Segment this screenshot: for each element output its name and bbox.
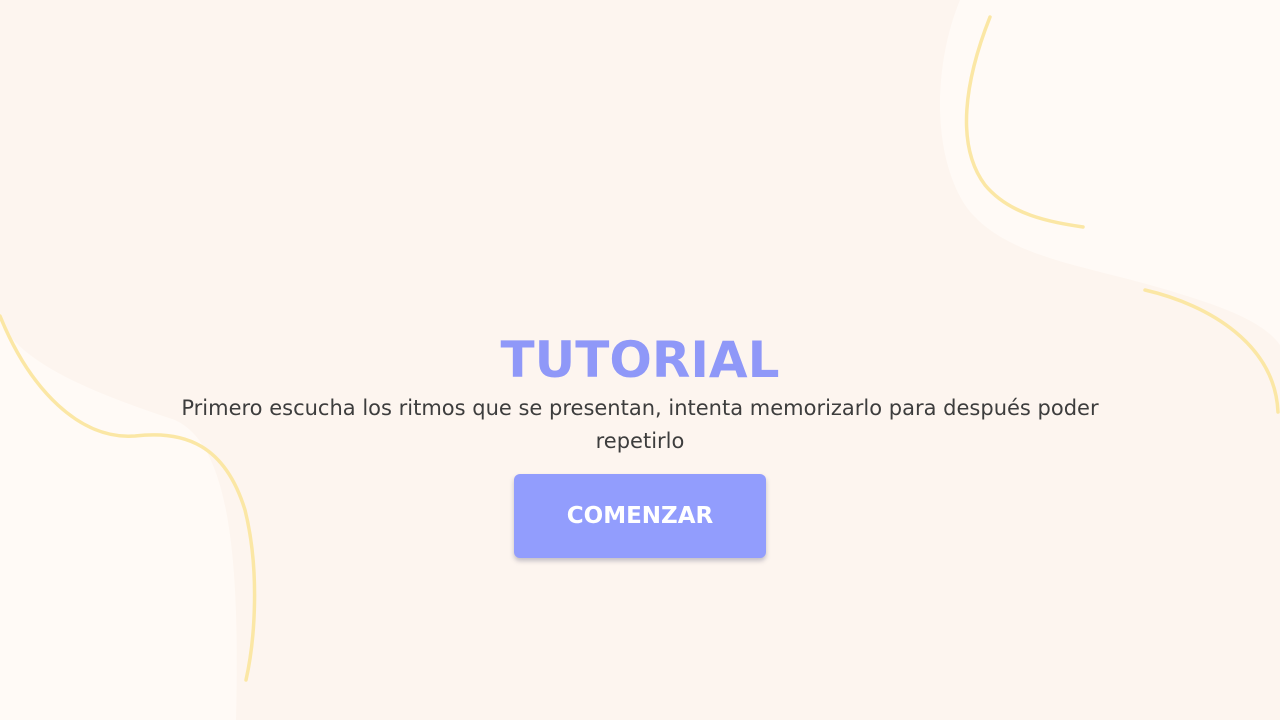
tutorial-panel: TUTORIAL Primero escucha los ritmos que … [0, 330, 1280, 558]
top-right-blob [940, 0, 1280, 345]
start-button[interactable]: COMENZAR [514, 474, 766, 558]
tutorial-description: Primero escucha los ritmos que se presen… [181, 396, 1099, 453]
page-title: TUTORIAL [500, 331, 780, 389]
